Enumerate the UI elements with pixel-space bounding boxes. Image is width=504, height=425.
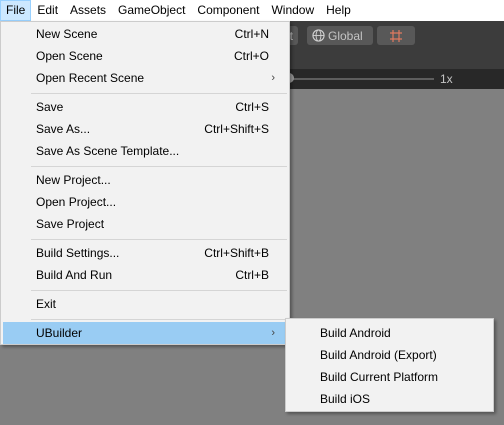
menu-item-open-recent-scene[interactable]: Open Recent Scene ›	[3, 67, 287, 89]
menu-item-label: Open Project...	[36, 195, 117, 209]
pivot-label: t	[289, 28, 293, 43]
menu-item-shortcut: Ctrl+Shift+B	[204, 246, 269, 260]
menu-item-label: Build Android	[320, 326, 391, 340]
menu-item-exit[interactable]: Exit	[3, 293, 287, 315]
menu-item-label: Build And Run	[36, 268, 113, 282]
menu-item-label: Save As Scene Template...	[36, 144, 180, 158]
global-toggle[interactable]: Global	[307, 26, 373, 45]
menu-item-label: Open Scene	[36, 49, 103, 63]
grid-snap-button[interactable]	[377, 26, 415, 45]
grid-snap-icon	[390, 29, 402, 42]
menu-separator	[31, 166, 287, 167]
menu-separator	[31, 239, 287, 240]
menu-item-label: Build Current Platform	[320, 370, 439, 384]
global-label: Global	[328, 28, 363, 43]
menu-item-label: Build Android (Export)	[320, 348, 437, 362]
menu-item-new-project[interactable]: New Project...	[3, 169, 287, 191]
file-menu-dropdown: New Scene Ctrl+N Open Scene Ctrl+O Open …	[0, 21, 290, 345]
menu-item-label: Save Project	[36, 217, 105, 231]
menu-separator	[31, 319, 287, 320]
ubuilder-submenu: Build Android Build Android (Export) Bui…	[285, 318, 494, 412]
menu-component[interactable]: Component	[191, 0, 265, 21]
menu-item-save-as-scene-template[interactable]: Save As Scene Template...	[3, 140, 287, 162]
menu-gameobject[interactable]: GameObject	[112, 0, 191, 21]
menu-item-shortcut: Ctrl+O	[233, 49, 269, 63]
zoom-value: 1x	[440, 72, 453, 86]
globe-icon	[312, 29, 325, 42]
menu-item-shortcut: Ctrl+B	[235, 268, 269, 282]
menu-separator	[31, 93, 287, 94]
menu-item-shortcut: Ctrl+Shift+S	[204, 122, 269, 136]
menu-item-save-project[interactable]: Save Project	[3, 213, 287, 235]
zoom-slider-track[interactable]	[288, 78, 434, 80]
submenu-item-build-android[interactable]: Build Android	[287, 322, 492, 344]
menu-window[interactable]: Window	[265, 0, 320, 21]
menu-help[interactable]: Help	[320, 0, 357, 21]
menu-item-shortcut: Ctrl+N	[234, 27, 269, 41]
menu-item-label: Save As...	[36, 122, 91, 136]
menu-item-open-project[interactable]: Open Project...	[3, 191, 287, 213]
menu-assets[interactable]: Assets	[64, 0, 112, 21]
menu-item-label: Build iOS	[320, 392, 371, 406]
menu-item-save-as[interactable]: Save As... Ctrl+Shift+S	[3, 118, 287, 140]
chevron-right-icon: ›	[271, 327, 275, 339]
menu-item-label: Save	[36, 100, 64, 114]
submenu-item-build-ios[interactable]: Build iOS	[287, 388, 492, 410]
chevron-right-icon: ›	[271, 72, 275, 84]
menu-bar: File Edit Assets GameObject Component Wi…	[0, 0, 504, 21]
menu-item-label: Open Recent Scene	[36, 71, 145, 85]
menu-item-build-settings[interactable]: Build Settings... Ctrl+Shift+B	[3, 242, 287, 264]
menu-item-label: UBuilder	[36, 326, 83, 340]
menu-item-save[interactable]: Save Ctrl+S	[3, 96, 287, 118]
menu-separator	[31, 290, 287, 291]
menu-item-label: New Scene	[36, 27, 98, 41]
menu-item-open-scene[interactable]: Open Scene Ctrl+O	[3, 45, 287, 67]
menu-item-label: New Project...	[36, 173, 111, 187]
menu-item-shortcut: Ctrl+S	[235, 100, 269, 114]
menu-file[interactable]: File	[0, 0, 32, 21]
menu-item-ubuilder[interactable]: UBuilder ›	[3, 322, 287, 344]
menu-item-label: Build Settings...	[36, 246, 120, 260]
menu-edit[interactable]: Edit	[31, 0, 64, 21]
menu-item-build-and-run[interactable]: Build And Run Ctrl+B	[3, 264, 287, 286]
submenu-item-build-android-export[interactable]: Build Android (Export)	[287, 344, 492, 366]
menu-item-new-scene[interactable]: New Scene Ctrl+N	[3, 23, 287, 45]
menu-item-label: Exit	[36, 297, 57, 311]
submenu-item-build-current-platform[interactable]: Build Current Platform	[287, 366, 492, 388]
